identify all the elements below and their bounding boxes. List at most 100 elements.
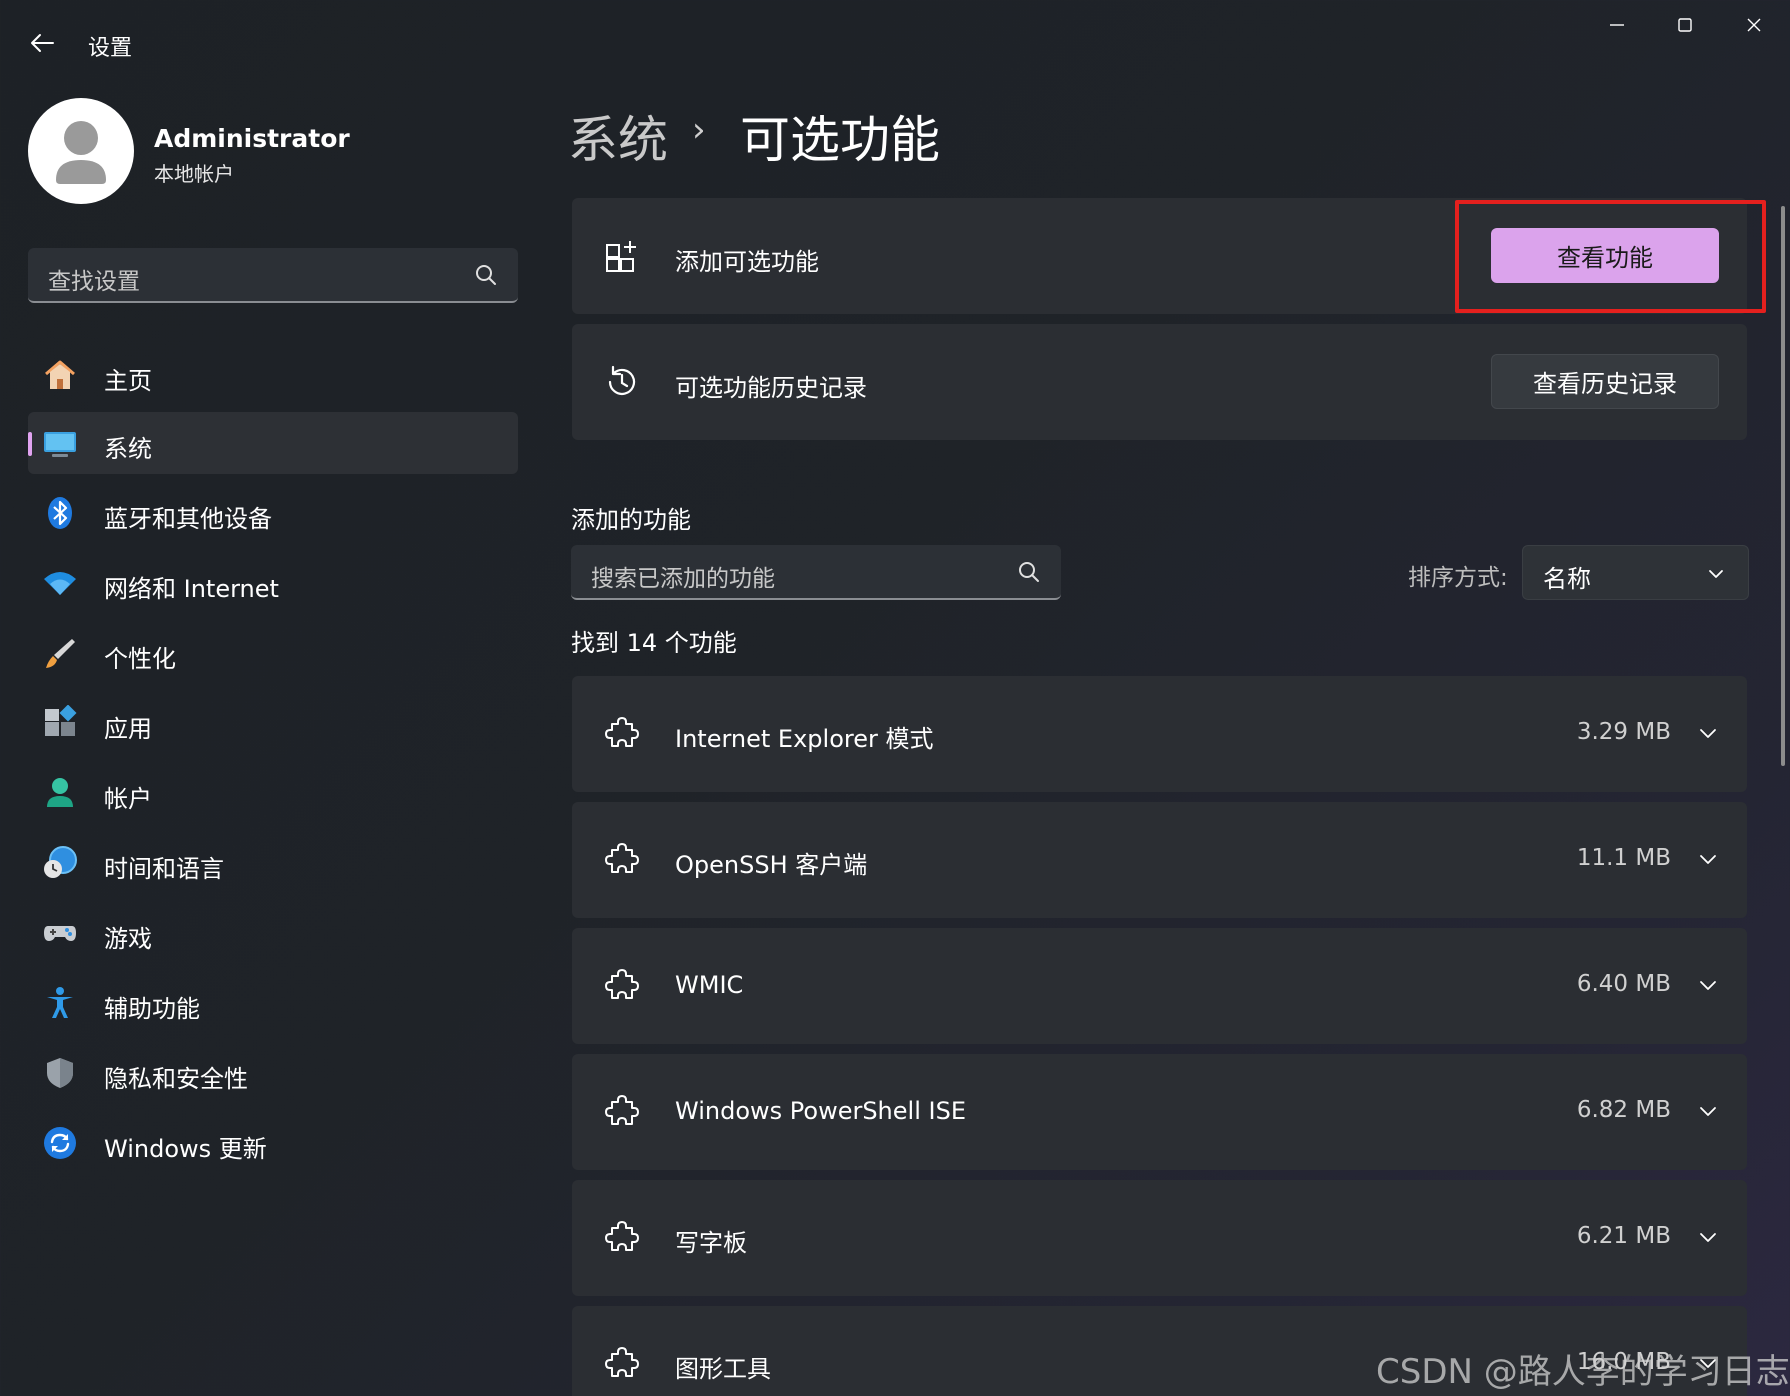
maximize-button[interactable] bbox=[1655, 8, 1715, 42]
scrollbar[interactable] bbox=[1781, 206, 1785, 766]
nav-label: 个性化 bbox=[104, 645, 176, 673]
watermark: CSDN @路人李的学习日志 bbox=[1376, 1352, 1790, 1392]
feature-name: 写字板 bbox=[675, 1229, 747, 1257]
brush-icon bbox=[42, 635, 78, 671]
breadcrumb-parent[interactable]: 系统 bbox=[568, 100, 668, 172]
nav-item-system[interactable]: 系统 bbox=[28, 412, 518, 474]
profile-name: Administrator bbox=[154, 124, 350, 153]
nav-label: 蓝牙和其他设备 bbox=[104, 505, 272, 533]
home-icon bbox=[42, 357, 78, 393]
chevron-down-icon[interactable] bbox=[1697, 722, 1719, 744]
section-title: 添加的功能 bbox=[571, 506, 691, 534]
search-placeholder: 查找设置 bbox=[48, 269, 140, 295]
puzzle-icon bbox=[602, 714, 642, 754]
nav-label: 时间和语言 bbox=[104, 855, 224, 883]
puzzle-icon bbox=[602, 966, 642, 1006]
nav-label: 主页 bbox=[104, 367, 152, 395]
puzzle-icon bbox=[602, 1218, 642, 1258]
feature-row[interactable]: WMIC 6.40 MB bbox=[572, 928, 1747, 1044]
feature-name: Windows PowerShell ISE bbox=[675, 1097, 966, 1125]
nav-label: 帐户 bbox=[104, 785, 152, 813]
close-button[interactable] bbox=[1724, 8, 1784, 42]
feature-row[interactable]: 写字板 6.21 MB bbox=[572, 1180, 1747, 1296]
nav-item-apps[interactable]: 应用 bbox=[28, 692, 518, 754]
feature-size: 6.82 MB bbox=[1576, 1097, 1671, 1123]
search-icon[interactable] bbox=[474, 263, 498, 287]
feature-size: 3.29 MB bbox=[1576, 719, 1671, 745]
nav-item-accounts[interactable]: 帐户 bbox=[28, 762, 518, 824]
puzzle-icon bbox=[602, 1344, 642, 1384]
puzzle-icon bbox=[602, 1092, 642, 1132]
feature-name: 图形工具 bbox=[675, 1355, 771, 1383]
feature-name: OpenSSH 客户端 bbox=[675, 851, 868, 879]
feature-size: 6.21 MB bbox=[1576, 1223, 1671, 1249]
feature-row[interactable]: OpenSSH 客户端 11.1 MB bbox=[572, 802, 1747, 918]
back-button[interactable] bbox=[22, 26, 62, 60]
history-icon bbox=[602, 362, 642, 402]
wifi-icon bbox=[42, 565, 78, 601]
avatar[interactable] bbox=[28, 98, 134, 204]
maximize-icon bbox=[1678, 18, 1692, 32]
feature-row[interactable]: Internet Explorer 模式 3.29 MB bbox=[572, 676, 1747, 792]
arrow-left-icon bbox=[31, 34, 54, 52]
breadcrumb-separator: › bbox=[692, 110, 706, 150]
nav-label: 游戏 bbox=[104, 925, 152, 953]
bluetooth-icon bbox=[42, 495, 78, 531]
feature-size: 11.1 MB bbox=[1576, 845, 1671, 871]
chevron-down-icon[interactable] bbox=[1697, 974, 1719, 996]
settings-search-input[interactable]: 查找设置 bbox=[28, 248, 518, 303]
add-feature-label: 添加可选功能 bbox=[675, 248, 819, 276]
chevron-down-icon bbox=[1709, 570, 1723, 578]
chevron-down-icon[interactable] bbox=[1697, 1226, 1719, 1248]
minimize-icon bbox=[1610, 24, 1624, 26]
nav-label: 应用 bbox=[104, 715, 152, 743]
accessibility-icon bbox=[42, 985, 78, 1021]
feature-history-card: 可选功能历史记录 查看历史记录 bbox=[572, 324, 1747, 440]
feature-row[interactable]: Windows PowerShell ISE 6.82 MB bbox=[572, 1054, 1747, 1170]
found-count: 找到 14 个功能 bbox=[571, 629, 737, 657]
app-title: 设置 bbox=[88, 36, 133, 61]
user-avatar-icon bbox=[56, 121, 106, 184]
search-icon[interactable] bbox=[1017, 560, 1041, 584]
nav-item-windows-update[interactable]: Windows 更新 bbox=[28, 1112, 518, 1174]
nav-label: 系统 bbox=[104, 435, 152, 463]
nav-item-network[interactable]: 网络和 Internet bbox=[28, 552, 518, 614]
profile-account-type: 本地帐户 bbox=[154, 162, 234, 186]
chevron-down-icon[interactable] bbox=[1697, 1100, 1719, 1122]
nav-label: Windows 更新 bbox=[104, 1135, 267, 1163]
nav-item-home[interactable]: 主页 bbox=[28, 344, 518, 406]
shield-icon bbox=[42, 1055, 78, 1091]
sort-dropdown[interactable]: 名称 bbox=[1522, 545, 1749, 600]
sort-label: 排序方式: bbox=[1408, 565, 1508, 591]
feature-size: 6.40 MB bbox=[1576, 971, 1671, 997]
chevron-down-icon[interactable] bbox=[1697, 848, 1719, 870]
gamepad-icon bbox=[42, 915, 78, 951]
feature-search-input[interactable]: 搜索已添加的功能 bbox=[571, 545, 1061, 600]
nav-item-bluetooth[interactable]: 蓝牙和其他设备 bbox=[28, 482, 518, 544]
nav-label: 隐私和安全性 bbox=[104, 1065, 248, 1093]
feature-history-label: 可选功能历史记录 bbox=[675, 374, 867, 402]
nav-label: 辅助功能 bbox=[104, 995, 200, 1023]
active-indicator bbox=[28, 432, 32, 456]
nav-item-personalization[interactable]: 个性化 bbox=[28, 622, 518, 684]
feature-name: WMIC bbox=[675, 971, 744, 999]
nav-item-time-language[interactable]: 时间和语言 bbox=[28, 832, 518, 894]
apps-icon bbox=[42, 705, 78, 741]
close-icon bbox=[1747, 18, 1761, 32]
nav-label: 网络和 Internet bbox=[104, 575, 279, 603]
puzzle-icon bbox=[602, 840, 642, 880]
update-icon bbox=[42, 1125, 78, 1161]
view-history-button[interactable]: 查看历史记录 bbox=[1491, 354, 1719, 409]
nav-item-accessibility[interactable]: 辅助功能 bbox=[28, 972, 518, 1034]
minimize-button[interactable] bbox=[1587, 8, 1647, 42]
feature-name: Internet Explorer 模式 bbox=[675, 725, 934, 753]
search-placeholder: 搜索已添加的功能 bbox=[591, 566, 775, 592]
title-bar: 设置 bbox=[0, 0, 1790, 86]
page-title: 可选功能 bbox=[740, 111, 940, 169]
add-feature-icon bbox=[602, 236, 642, 276]
sort-value: 名称 bbox=[1543, 565, 1591, 593]
account-icon bbox=[42, 775, 78, 811]
system-display-icon bbox=[42, 425, 78, 461]
nav-item-gaming[interactable]: 游戏 bbox=[28, 902, 518, 964]
nav-item-privacy[interactable]: 隐私和安全性 bbox=[28, 1042, 518, 1104]
